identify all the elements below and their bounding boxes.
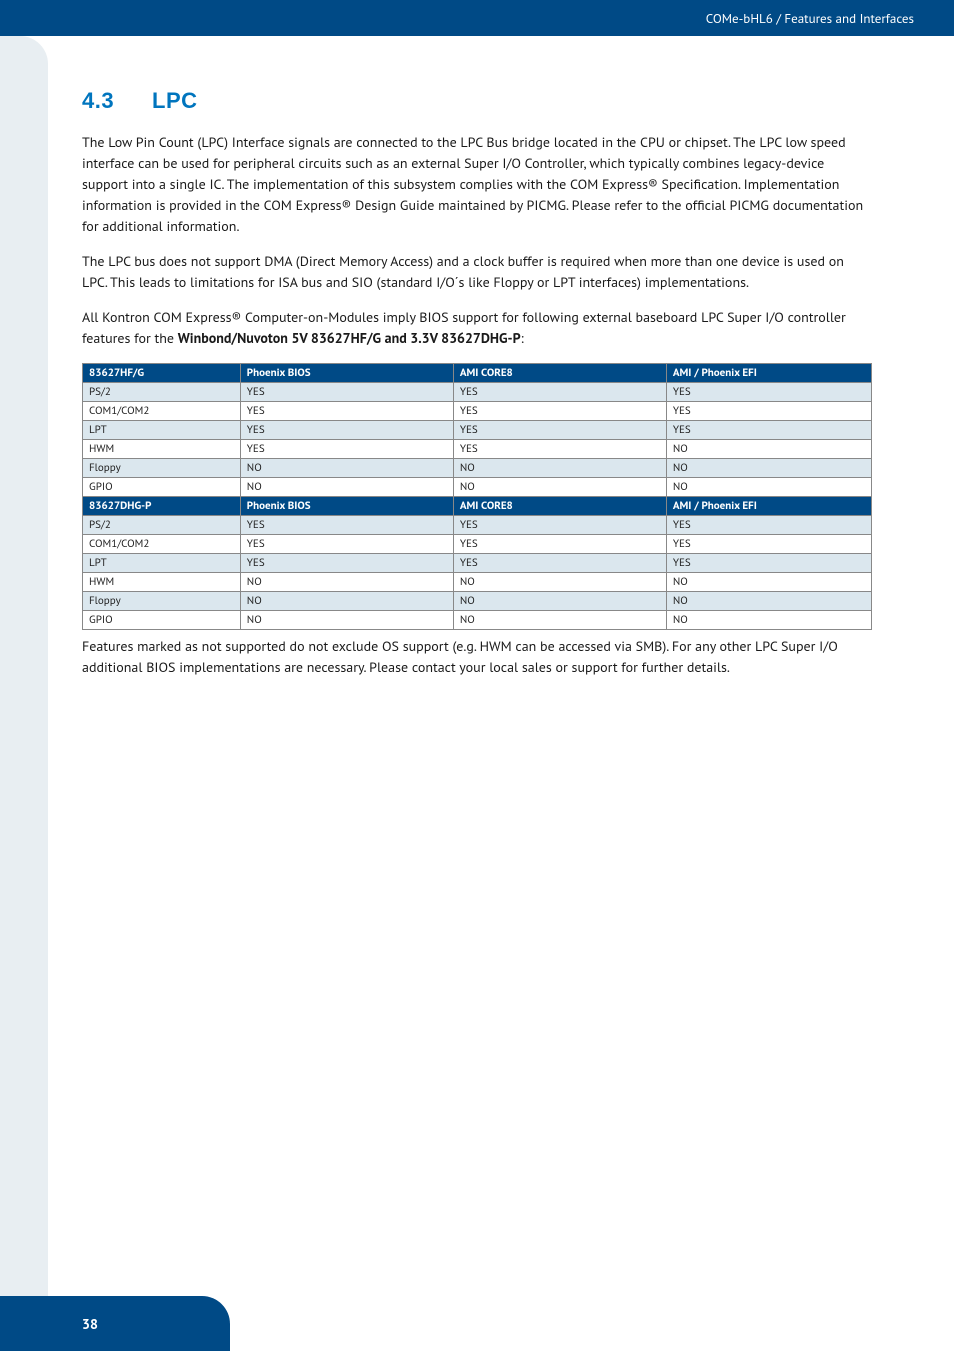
table-cell: YES — [666, 421, 871, 440]
table-cell: YES — [240, 554, 453, 573]
table-header-cell: 83627HF/G — [83, 364, 241, 383]
side-tab — [0, 36, 48, 1296]
table-cell: YES — [453, 516, 666, 535]
table-header-row: 83627HF/GPhoenix BIOSAMI CORE8AMI / Phoe… — [83, 364, 872, 383]
table-cell: YES — [453, 402, 666, 421]
table-cell: NO — [666, 611, 871, 630]
table-cell: NO — [453, 478, 666, 497]
table-row: LPTYESYESYES — [83, 554, 872, 573]
breadcrumb: COMe-bHL6 / Features and Interfaces — [706, 10, 914, 27]
page-footer: 38 — [0, 1296, 230, 1351]
table-cell: NO — [666, 459, 871, 478]
table-cell: HWM — [83, 440, 241, 459]
table-cell: YES — [666, 383, 871, 402]
table-header-cell: AMI / Phoenix EFI — [666, 364, 871, 383]
paragraph-1: The Low Pin Count (LPC) Interface signal… — [82, 132, 872, 237]
table-header-cell: 83627DHG-P — [83, 497, 241, 516]
table-cell: YES — [240, 383, 453, 402]
table-row: GPIONONONO — [83, 611, 872, 630]
table-cell: YES — [240, 535, 453, 554]
table-cell: YES — [240, 440, 453, 459]
table-row: PS/2YESYESYES — [83, 383, 872, 402]
table-header-cell: AMI CORE8 — [453, 497, 666, 516]
table-cell: YES — [453, 383, 666, 402]
table-cell: YES — [666, 535, 871, 554]
table-cell: NO — [240, 592, 453, 611]
table-row: PS/2YESYESYES — [83, 516, 872, 535]
paragraph-3: All Kontron COM Express® Computer-on-Mod… — [82, 307, 872, 349]
table-header-cell: Phoenix BIOS — [240, 497, 453, 516]
table-cell: PS/2 — [83, 516, 241, 535]
table-cell: NO — [453, 592, 666, 611]
table-cell: NO — [240, 573, 453, 592]
table-cell: NO — [666, 592, 871, 611]
table-cell: COM1/COM2 — [83, 402, 241, 421]
table-cell: NO — [666, 478, 871, 497]
paragraph-2: The LPC bus does not support DMA (Direct… — [82, 251, 872, 293]
table-row: COM1/COM2YESYESYES — [83, 535, 872, 554]
header-bar: COMe-bHL6 / Features and Interfaces — [0, 0, 954, 36]
lpc-feature-table: 83627HF/GPhoenix BIOSAMI CORE8AMI / Phoe… — [82, 363, 872, 630]
page-number: 38 — [82, 1315, 98, 1333]
table-cell: NO — [240, 459, 453, 478]
table-header-cell: Phoenix BIOS — [240, 364, 453, 383]
main-content: 4.3LPC The Low Pin Count (LPC) Interface… — [82, 88, 872, 692]
table-cell: YES — [453, 535, 666, 554]
table-row: HWMNONONO — [83, 573, 872, 592]
table-cell: NO — [240, 478, 453, 497]
table-cell: LPT — [83, 554, 241, 573]
table-cell: YES — [453, 554, 666, 573]
table-cell: YES — [453, 440, 666, 459]
table-row: HWMYESYESNO — [83, 440, 872, 459]
table-cell: Floppy — [83, 459, 241, 478]
p3-tail: : — [521, 329, 524, 347]
table-cell: GPIO — [83, 611, 241, 630]
table-cell: NO — [453, 573, 666, 592]
table-cell: YES — [453, 421, 666, 440]
table-cell: YES — [666, 554, 871, 573]
table-cell: YES — [240, 421, 453, 440]
table-cell: YES — [666, 516, 871, 535]
table-cell: YES — [666, 402, 871, 421]
table-cell: NO — [453, 611, 666, 630]
table-cell: NO — [453, 459, 666, 478]
table-header-cell: AMI / Phoenix EFI — [666, 497, 871, 516]
table-header-cell: AMI CORE8 — [453, 364, 666, 383]
section-title: LPC — [152, 88, 198, 113]
section-number: 4.3 — [82, 88, 152, 114]
table-cell: YES — [240, 516, 453, 535]
footnote: Features marked as not supported do not … — [82, 636, 872, 678]
table-cell: PS/2 — [83, 383, 241, 402]
table-cell: NO — [666, 573, 871, 592]
table-row: COM1/COM2YESYESYES — [83, 402, 872, 421]
table-cell: HWM — [83, 573, 241, 592]
table-cell: GPIO — [83, 478, 241, 497]
table-row: FloppyNONONO — [83, 592, 872, 611]
table-cell: NO — [240, 611, 453, 630]
p3-bold: Winbond/Nuvoton 5V 83627HF/G and 3.3V 83… — [178, 329, 521, 347]
table-cell: NO — [666, 440, 871, 459]
section-heading: 4.3LPC — [82, 88, 872, 114]
table-cell: COM1/COM2 — [83, 535, 241, 554]
table-header-row: 83627DHG-PPhoenix BIOSAMI CORE8AMI / Pho… — [83, 497, 872, 516]
table-row: FloppyNONONO — [83, 459, 872, 478]
table-cell: LPT — [83, 421, 241, 440]
table-row: GPIONONONO — [83, 478, 872, 497]
table-cell: Floppy — [83, 592, 241, 611]
table-cell: YES — [240, 402, 453, 421]
table-row: LPTYESYESYES — [83, 421, 872, 440]
